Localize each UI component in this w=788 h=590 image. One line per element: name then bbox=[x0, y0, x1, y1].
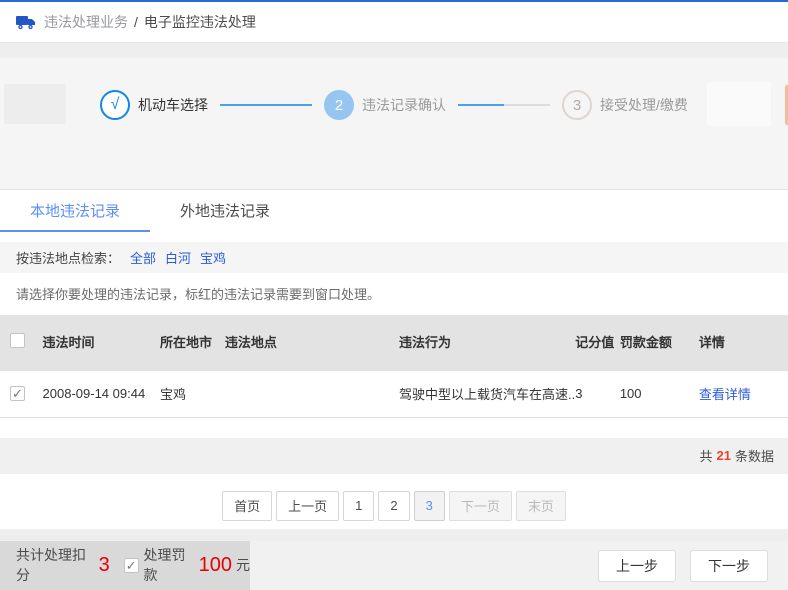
view-detail-link[interactable]: 查看详情 bbox=[699, 387, 751, 402]
next-step-button[interactable]: 下一步 bbox=[690, 550, 768, 582]
breadcrumb-bar: 违法处理业务 / 电子监控违法处理 bbox=[0, 0, 788, 43]
previous-step-button[interactable]: 上一步 bbox=[598, 550, 676, 582]
step-label: 接受处理/缴费 bbox=[600, 95, 688, 115]
section-gap bbox=[0, 529, 788, 541]
fine-unit: 元 bbox=[236, 555, 250, 575]
breadcrumb-separator: / bbox=[134, 14, 138, 30]
tab-label: 外地违法记录 bbox=[180, 200, 270, 221]
instruction-text: 请选择你要处理的违法记录，标红的违法记录需要到窗口处理。 bbox=[16, 284, 788, 303]
page-prev-button[interactable]: 上一页 bbox=[276, 491, 339, 521]
step-done-check-icon: √ bbox=[100, 90, 130, 120]
page-2-button[interactable]: 2 bbox=[378, 491, 409, 521]
records-card: 本地违法记录 外地违法记录 按违法地点检索： 全部 白河 宝鸡 请选择你要处理的… bbox=[0, 189, 788, 529]
stepper: √ 机动车选择 2 违法记录确认 3 接受处理/缴费 bbox=[0, 90, 788, 120]
column-header-time: 违法时间 bbox=[43, 315, 160, 371]
record-tabs: 本地违法记录 外地违法记录 bbox=[0, 190, 788, 232]
table-row: 2008-09-14 09:44 宝鸡 驾驶中型以上载货汽车在高速... 3 1… bbox=[0, 371, 788, 417]
page-3-button-current[interactable]: 3 bbox=[414, 491, 445, 521]
processing-summary: 共计处理扣分 3 处理罚款 100 元 bbox=[0, 541, 250, 590]
page-first-button[interactable]: 首页 bbox=[222, 491, 272, 521]
column-header-points: 记分值 bbox=[575, 315, 620, 371]
table-header-row: 违法时间 所在地市 违法地点 违法行为 记分值 罚款金额 详情 bbox=[0, 315, 788, 371]
stepper-section: √ 机动车选择 2 违法记录确认 3 接受处理/缴费 bbox=[0, 58, 788, 189]
column-header-behavior: 违法行为 bbox=[399, 315, 575, 371]
step-number-badge: 3 bbox=[562, 90, 592, 120]
fine-checkbox[interactable] bbox=[124, 558, 139, 573]
tab-local-violations[interactable]: 本地违法记录 bbox=[0, 190, 150, 232]
filter-option-all[interactable]: 全部 bbox=[130, 248, 156, 267]
cell-city: 宝鸡 bbox=[160, 371, 225, 417]
page-next-button: 下一页 bbox=[449, 491, 512, 521]
location-filter-bar: 按违法地点检索： 全部 白河 宝鸡 bbox=[0, 242, 788, 273]
step-accept-payment: 3 接受处理/缴费 bbox=[562, 90, 688, 120]
step-record-confirmation: 2 违法记录确认 bbox=[324, 90, 446, 120]
violation-processing-screen: 违法处理业务 / 电子监控违法处理 √ 机动车选择 2 违法记录确认 3 接受处… bbox=[0, 0, 788, 589]
violations-table: 违法时间 所在地市 违法地点 违法行为 记分值 罚款金额 详情 2008-09-… bbox=[0, 315, 788, 418]
count-prefix: 共 bbox=[700, 446, 713, 465]
fine-label: 处理罚款 bbox=[144, 545, 199, 585]
fine-value: 100 bbox=[199, 555, 232, 575]
step-connector-done bbox=[220, 104, 312, 106]
step-number-badge: 2 bbox=[324, 90, 354, 120]
wizard-actions: 上一步 下一步 bbox=[584, 550, 768, 582]
filter-option-baoji[interactable]: 宝鸡 bbox=[200, 248, 226, 267]
column-header-city: 所在地市 bbox=[160, 315, 225, 371]
filter-option-baihe[interactable]: 白河 bbox=[165, 248, 191, 267]
tab-nonlocal-violations[interactable]: 外地违法记录 bbox=[150, 190, 300, 232]
filter-label: 按违法地点检索： bbox=[16, 248, 120, 267]
column-header-location: 违法地点 bbox=[225, 315, 399, 371]
cell-location-redacted bbox=[225, 371, 399, 417]
cell-fine: 100 bbox=[620, 371, 699, 417]
step-label: 违法记录确认 bbox=[362, 95, 446, 115]
bottom-action-bar: 共计处理扣分 3 处理罚款 100 元 上一步 下一步 bbox=[0, 541, 788, 590]
count-suffix: 条数据 bbox=[735, 446, 774, 465]
cell-violation-time: 2008-09-14 09:44 bbox=[43, 371, 160, 417]
breadcrumb-section[interactable]: 违法处理业务 bbox=[44, 12, 128, 32]
truck-icon bbox=[16, 14, 36, 30]
section-gap bbox=[0, 43, 788, 58]
step-label: 机动车选择 bbox=[138, 95, 208, 115]
breadcrumb-current-page: 电子监控违法处理 bbox=[144, 12, 256, 32]
tab-label: 本地违法记录 bbox=[30, 200, 120, 221]
select-all-checkbox[interactable] bbox=[10, 333, 25, 348]
page-last-button: 末页 bbox=[516, 491, 566, 521]
cell-detail: 查看详情 bbox=[699, 371, 788, 417]
points-label: 共计处理扣分 bbox=[16, 545, 99, 585]
record-count-bar: 共 21 条数据 bbox=[0, 438, 788, 474]
column-header-detail: 详情 bbox=[699, 315, 788, 371]
step-connector-partial bbox=[458, 104, 550, 106]
row-checkbox[interactable] bbox=[10, 386, 25, 401]
step-vehicle-selection: √ 机动车选择 bbox=[100, 90, 208, 120]
page-1-button[interactable]: 1 bbox=[343, 491, 374, 521]
points-value: 3 bbox=[99, 555, 110, 575]
record-count: 21 bbox=[717, 448, 731, 463]
cell-behavior: 驾驶中型以上载货汽车在高速... bbox=[399, 371, 575, 417]
cell-points: 3 bbox=[575, 371, 620, 417]
pagination: 首页 上一页 1 2 3 下一页 末页 bbox=[0, 491, 788, 521]
column-header-fine: 罚款金额 bbox=[620, 315, 699, 371]
